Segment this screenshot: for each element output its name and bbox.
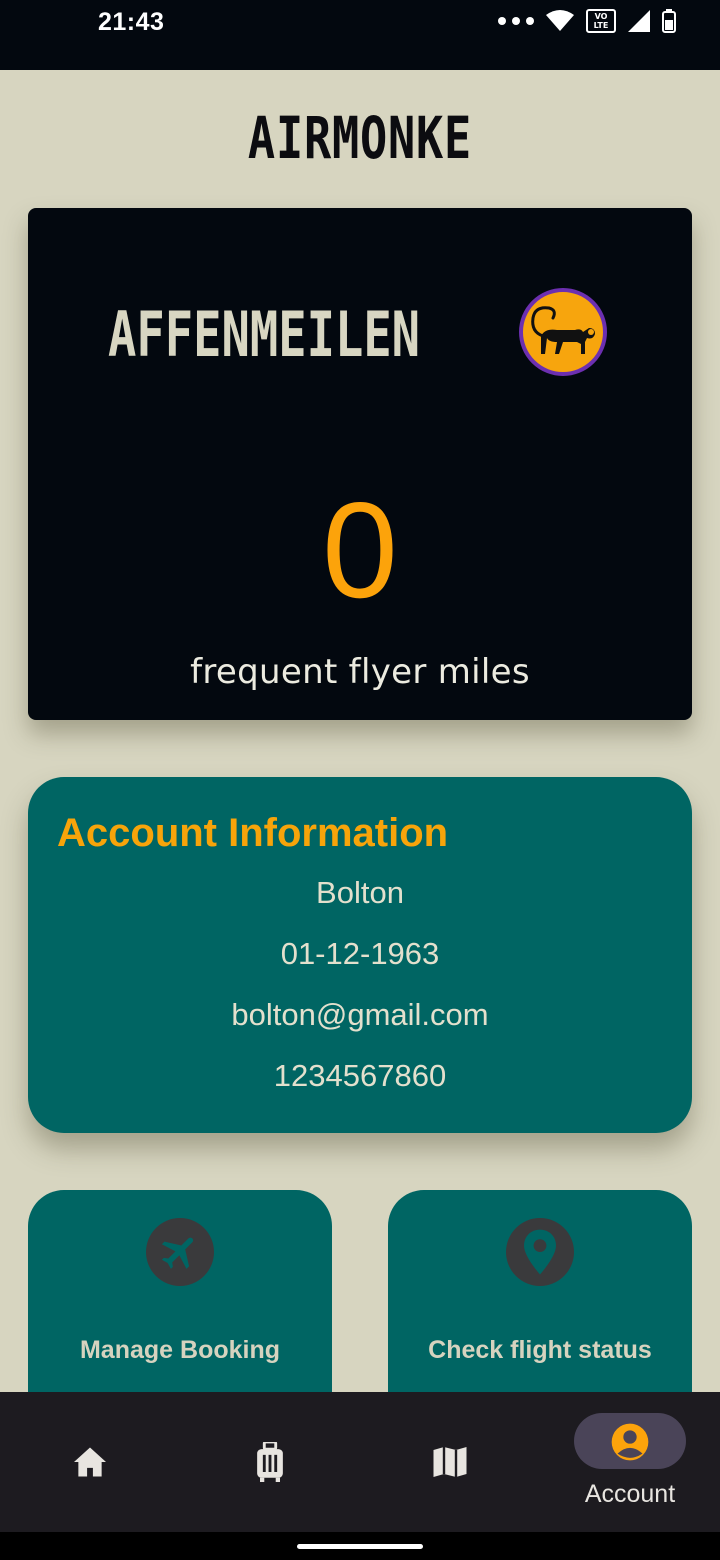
account-email: bolton@gmail.com	[231, 997, 489, 1032]
wifi-icon	[546, 10, 574, 31]
manage-booking-label: Manage Booking	[79, 1336, 280, 1364]
monkey-logo-icon	[519, 288, 607, 376]
app-title: AIRMONKE	[247, 104, 473, 172]
home-gesture-bar[interactable]	[297, 1544, 423, 1549]
nav-item-map[interactable]	[360, 1392, 540, 1532]
airplane-icon	[146, 1218, 214, 1286]
bottom-navigation: Account	[0, 1392, 720, 1532]
home-icon	[70, 1442, 110, 1482]
luggage-icon	[250, 1442, 290, 1482]
status-bar: 21:43 VO LTE	[0, 0, 720, 70]
account-name: Bolton	[316, 875, 404, 910]
volte-top-label: VO	[594, 12, 608, 21]
miles-label: frequent flyer miles	[190, 652, 530, 692]
nav-label-account: Account	[584, 1480, 676, 1508]
frequent-flyer-card: AFFENMEILEN 0 frequent flyer miles	[28, 208, 692, 720]
battery-icon	[662, 9, 676, 33]
account-dob: 01-12-1963	[280, 936, 440, 971]
miles-value: 0	[322, 474, 398, 626]
volte-icon: VO LTE	[586, 9, 616, 33]
account-phone: 1234567860	[273, 1058, 447, 1093]
signal-icon	[628, 10, 650, 32]
gesture-area	[0, 1532, 720, 1560]
status-time: 21:43	[98, 8, 165, 36]
map-icon	[430, 1442, 470, 1482]
more-dots-icon	[498, 17, 534, 25]
miles-brand-text: AFFENMEILEN	[108, 297, 421, 371]
nav-item-home[interactable]	[0, 1392, 180, 1532]
volte-bottom-label: LTE	[593, 21, 609, 30]
status-icons: VO LTE	[498, 8, 676, 34]
check-flight-status-label: Check flight status	[428, 1336, 652, 1364]
account-heading: Account Information	[57, 811, 449, 855]
account-information-card: Account Information Bolton 01-12-1963 bo…	[28, 777, 692, 1133]
location-pin-icon	[506, 1218, 574, 1286]
nav-item-bookings[interactable]	[180, 1392, 360, 1532]
account-circle-icon	[611, 1423, 649, 1461]
miles-brand: AFFENMEILEN	[108, 284, 508, 384]
